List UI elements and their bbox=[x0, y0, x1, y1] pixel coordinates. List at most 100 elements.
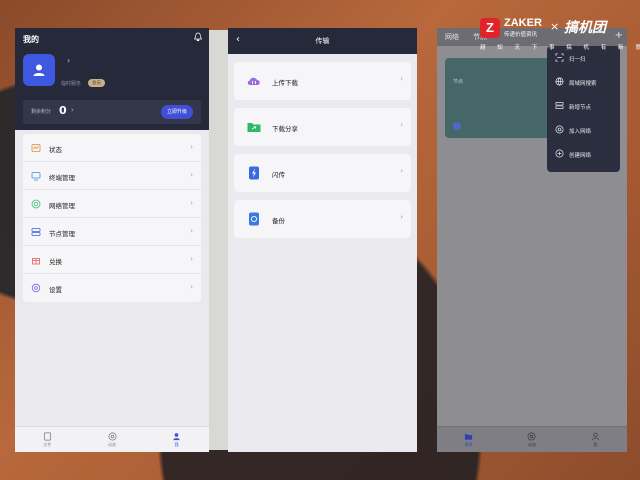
folder-share-icon bbox=[247, 123, 261, 132]
node-icon bbox=[31, 228, 41, 236]
chevron-right-icon: › bbox=[190, 171, 193, 179]
upgrade-button[interactable]: 立即升级 bbox=[160, 105, 193, 119]
menu-item-settings[interactable]: 设置 › bbox=[23, 274, 201, 302]
transfer-item-upload-download[interactable]: 上传下载 › bbox=[234, 62, 411, 100]
menu-item-label: 兑换 bbox=[49, 258, 62, 266]
network-card[interactable]: 节点 bbox=[445, 58, 555, 138]
menu-item-label: 终端管理 bbox=[49, 174, 75, 182]
cloud-transfer-icon bbox=[247, 77, 260, 85]
menu-item-label: 加入网络 bbox=[569, 129, 592, 135]
transfer-item-label: 闪传 bbox=[272, 171, 285, 179]
folder-icon bbox=[465, 433, 473, 440]
bottom-nav: 资讯 动态 我 bbox=[437, 426, 627, 452]
menu-item-label: 局域网搜索 bbox=[569, 81, 597, 87]
zaker-logo-icon: Z bbox=[480, 18, 500, 38]
terminal-icon bbox=[31, 172, 41, 181]
watermark-separator: × bbox=[550, 20, 560, 33]
tab-me[interactable]: 我 bbox=[564, 427, 627, 452]
join-network-icon bbox=[555, 125, 564, 134]
chevron-right-icon: › bbox=[400, 213, 403, 221]
points-bar[interactable]: 剩余积分 0 › 立即升级 bbox=[23, 100, 201, 124]
watermark-slogan: 越 知 天 下 事 搞 机 有 新 意 bbox=[480, 45, 640, 51]
transfer-item-flash[interactable]: 闪传 › bbox=[234, 154, 411, 192]
file-icon bbox=[43, 432, 51, 440]
status-icon bbox=[31, 144, 41, 152]
menu-item-status[interactable]: 状态 › bbox=[23, 134, 201, 162]
gift-icon bbox=[32, 258, 40, 265]
menu-item-label: 扫一扫 bbox=[569, 57, 586, 63]
backup-icon bbox=[249, 212, 259, 226]
menu-item-join-network[interactable]: 加入网络 bbox=[547, 118, 620, 142]
network-icon bbox=[31, 199, 41, 209]
page-title: 传输 bbox=[315, 37, 330, 45]
lan-search-icon bbox=[555, 77, 564, 86]
transfer-item-backup[interactable]: 备份 › bbox=[234, 200, 411, 238]
add-node-icon bbox=[555, 101, 564, 110]
compass-icon bbox=[528, 432, 536, 440]
menu-item-lan-search[interactable]: 局域网搜索 bbox=[547, 70, 620, 94]
tab-me[interactable]: 我 bbox=[144, 427, 209, 452]
user-icon bbox=[591, 432, 599, 440]
transfer-item-label: 下载分享 bbox=[272, 125, 298, 133]
member-badge: 会员 bbox=[88, 79, 105, 87]
transfer-screen: ‹ 传输 上传下载 › 下载分享 › 闪传 › 备份 › bbox=[228, 28, 417, 452]
check-icon bbox=[453, 122, 461, 130]
user-icon bbox=[33, 64, 45, 76]
flash-icon bbox=[249, 166, 259, 180]
menu-item-label: 创建网络 bbox=[569, 153, 592, 159]
tab-network[interactable]: 网络 bbox=[445, 32, 459, 42]
points-label: 剩余积分 bbox=[31, 109, 52, 115]
chevron-right-icon: › bbox=[190, 199, 193, 207]
profile-menu: 状态 › 终端管理 › 网络管理 › 节点管理 › 兑换 › 设置 › bbox=[23, 134, 201, 302]
chevron-right-icon: › bbox=[400, 121, 403, 129]
menu-item-label: 状态 bbox=[49, 146, 62, 154]
tab-files[interactable]: 文件 bbox=[15, 427, 80, 452]
chevron-right-icon: › bbox=[190, 283, 193, 291]
profile-chevron-icon[interactable]: › bbox=[67, 56, 70, 65]
transfer-item-download-share[interactable]: 下载分享 › bbox=[234, 108, 411, 146]
transfer-item-label: 上传下载 bbox=[272, 79, 298, 87]
tab-label: 资讯 bbox=[464, 441, 473, 447]
tab-label: 我 bbox=[174, 441, 179, 447]
menu-item-redeem[interactable]: 兑换 › bbox=[23, 246, 201, 274]
tab-activity[interactable]: 动态 bbox=[500, 427, 563, 452]
menu-item-label: 设置 bbox=[49, 286, 62, 294]
create-network-icon bbox=[555, 149, 564, 158]
network-screen: 网络 节点 + 节点 扫一扫 局域网搜索 新增节点 加入网络 创建网络 资讯 动… bbox=[437, 28, 627, 452]
menu-item-label: 网络管理 bbox=[49, 202, 75, 210]
chevron-right-icon: › bbox=[400, 167, 403, 175]
card-text: 节点 bbox=[453, 79, 464, 85]
chevron-right-icon: › bbox=[190, 255, 193, 263]
bell-icon[interactable] bbox=[193, 32, 203, 42]
watermark: Z ZAKER 传递价值资讯 × 搞机团 越 知 天 下 事 搞 机 有 新 意 bbox=[478, 16, 640, 56]
tab-activity[interactable]: 动态 bbox=[80, 427, 145, 452]
menu-item-node[interactable]: 节点管理 › bbox=[23, 218, 201, 246]
chevron-right-icon: › bbox=[190, 143, 193, 151]
menu-item-add-node[interactable]: 新增节点 bbox=[547, 94, 620, 118]
user-icon bbox=[173, 432, 180, 440]
points-chevron-icon: › bbox=[71, 106, 74, 114]
menu-item-terminal[interactable]: 终端管理 › bbox=[23, 162, 201, 190]
avatar[interactable] bbox=[23, 54, 55, 86]
menu-item-create-network[interactable]: 创建网络 bbox=[547, 142, 620, 166]
menu-item-label: 节点管理 bbox=[49, 230, 75, 238]
tab-label: 动态 bbox=[527, 441, 536, 447]
tab-label: 动态 bbox=[108, 441, 116, 447]
settings-icon bbox=[31, 283, 41, 293]
compass-icon bbox=[108, 432, 116, 440]
menu-item-label: 新增节点 bbox=[569, 105, 592, 111]
transfer-header: ‹ 传输 bbox=[228, 28, 417, 54]
add-menu-dropdown: 扫一扫 局域网搜索 新增节点 加入网络 创建网络 bbox=[547, 46, 620, 172]
chevron-right-icon: › bbox=[190, 227, 193, 235]
profile-screen: 我的 › 临时服务 会员 剩余积分 0 › 立即升级 状态 › 终端管理 › 网… bbox=[15, 28, 209, 452]
watermark-tagline: 传递价值资讯 bbox=[504, 32, 538, 38]
tab-news[interactable]: 资讯 bbox=[437, 427, 500, 452]
profile-header: 我的 › 临时服务 会员 剩余积分 0 › 立即升级 bbox=[15, 28, 209, 130]
watermark-partner: 搞机团 bbox=[564, 20, 606, 36]
chevron-right-icon: › bbox=[400, 75, 403, 83]
bottom-nav: 文件 动态 我 bbox=[15, 426, 209, 452]
tab-label: 我 bbox=[593, 441, 598, 447]
tab-label: 文件 bbox=[43, 441, 52, 447]
menu-item-network[interactable]: 网络管理 › bbox=[23, 190, 201, 218]
watermark-brand: ZAKER bbox=[504, 17, 542, 29]
